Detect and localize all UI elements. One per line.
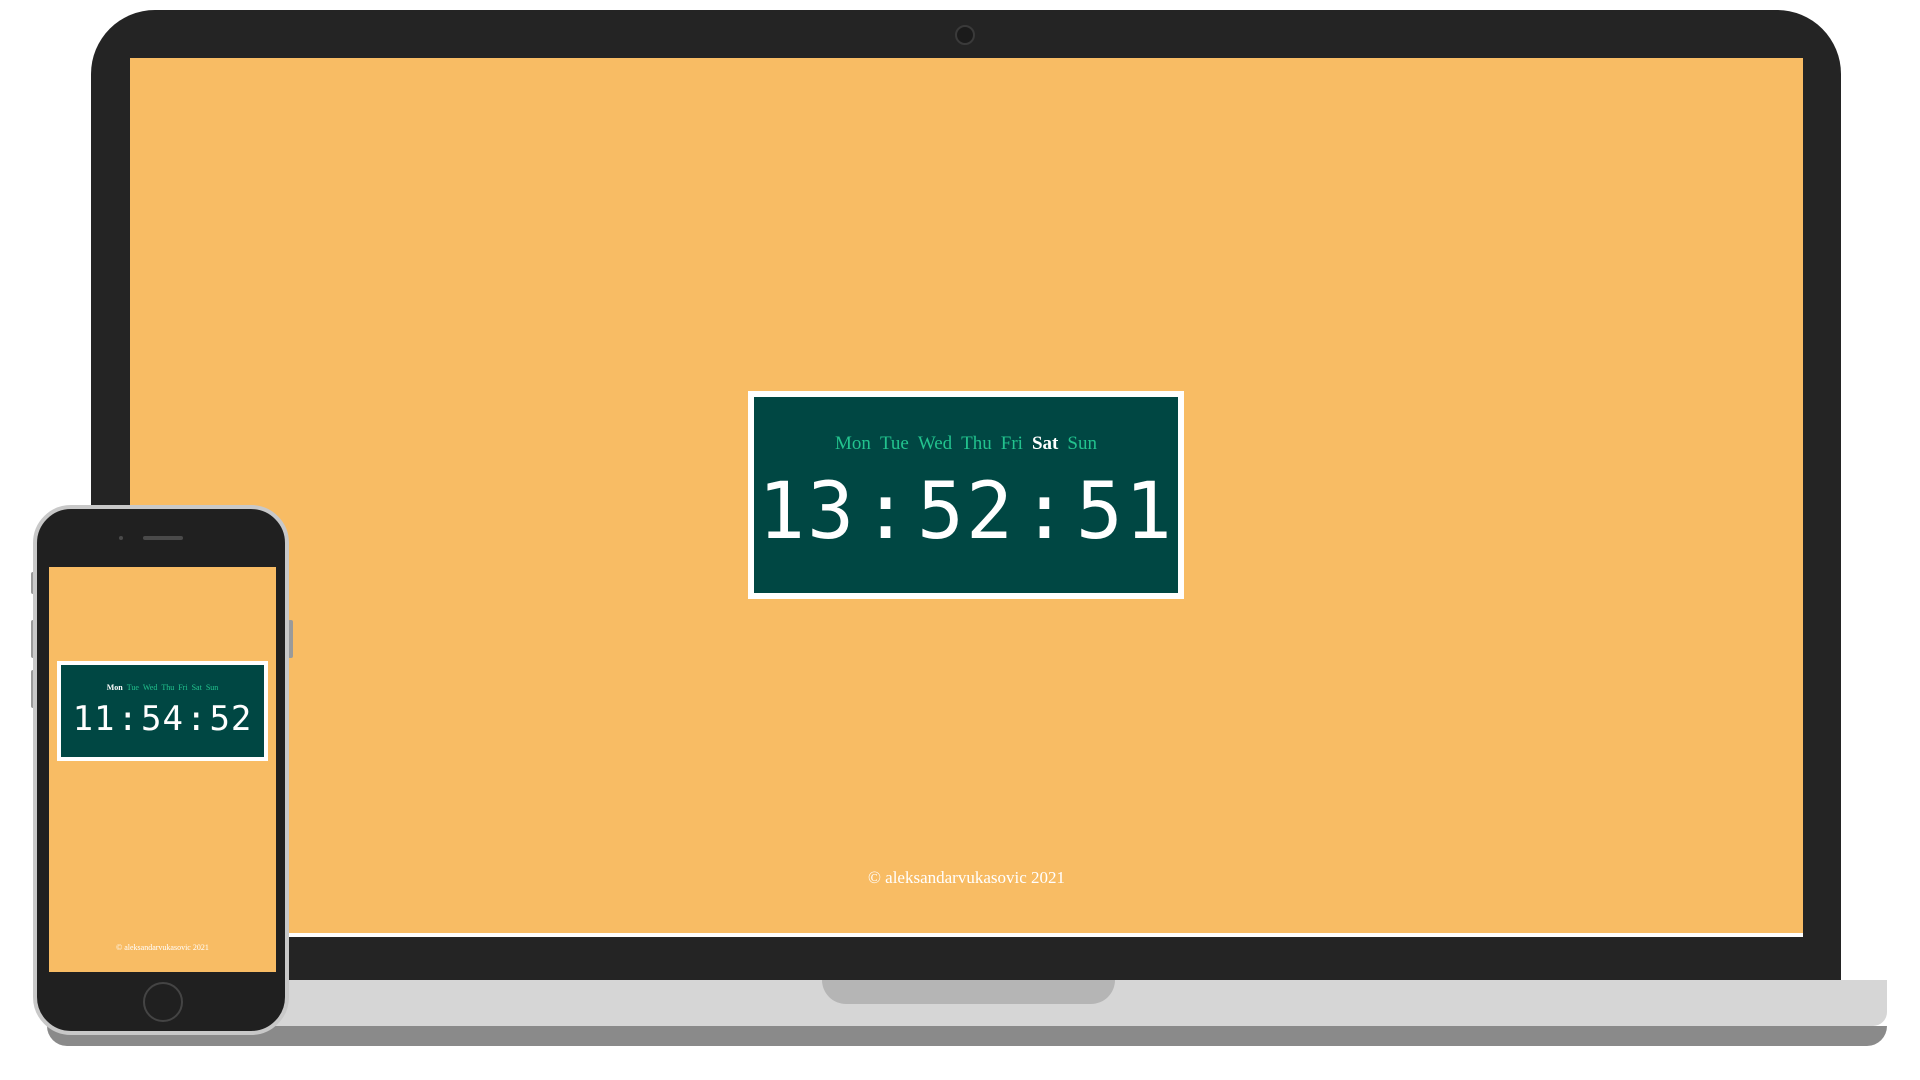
laptop-camera-icon (955, 25, 975, 45)
laptop-day-thu: Thu (961, 433, 992, 454)
laptop-minutes: 52 (917, 467, 1015, 557)
phone-day-wed: Wed (142, 683, 158, 692)
phone-day-sat: Sat (191, 683, 202, 692)
laptop-day-fri: Fri (1000, 433, 1023, 454)
laptop-day-tue: Tue (879, 433, 909, 454)
mockup-stage: Mon Tue Wed Thu Fri Sat Sun 13 : 52 : 51… (0, 0, 1920, 1080)
laptop-seconds: 51 (1075, 467, 1174, 557)
laptop-notch (822, 980, 1115, 1004)
phone-day-sun: Sun (205, 683, 219, 692)
laptop-day-mon: Mon (835, 433, 871, 454)
phone-separator-1: : (117, 699, 140, 739)
phone-home-button-icon (143, 982, 183, 1022)
phone-camera-icon (119, 536, 123, 540)
laptop-separator-1: : (862, 467, 912, 557)
laptop-clock-panel: Mon Tue Wed Thu Fri Sat Sun 13 : 52 : 51 (748, 391, 1184, 599)
laptop-day-wed: Wed (917, 433, 953, 454)
phone-day-fri: Fri (178, 683, 188, 692)
phone-seconds: 52 (209, 699, 253, 739)
phone-day-thu: Thu (161, 683, 175, 692)
phone-weekday-list: Mon Tue Wed Thu Fri Sat Sun (107, 683, 219, 692)
laptop-footer-copyright: © aleksandarvukasovic 2021 (867, 868, 1066, 887)
phone-day-mon: Mon (106, 683, 123, 692)
laptop-base-shadow (47, 1026, 1887, 1046)
laptop-day-sat: Sat (1031, 433, 1059, 454)
phone-clock-panel: Mon Tue Wed Thu Fri Sat Sun 11 : 54 : 52 (57, 661, 268, 761)
laptop-weekday-list: Mon Tue Wed Thu Fri Sat Sun (835, 433, 1097, 455)
laptop-day-sun: Sun (1067, 433, 1097, 454)
phone-speaker (143, 536, 183, 540)
phone-footer-copyright: © aleksandarvukasovic 2021 (116, 943, 209, 952)
laptop-time-display: 13 : 52 : 51 (758, 473, 1174, 551)
phone-screen (49, 567, 276, 972)
laptop-separator-2: : (1020, 467, 1070, 557)
phone-hours: 11 (72, 699, 116, 739)
phone-separator-2: : (185, 699, 208, 739)
laptop-hours: 13 (758, 467, 857, 557)
phone-day-tue: Tue (126, 683, 139, 692)
phone-time-display: 11 : 54 : 52 (73, 702, 253, 736)
phone-minutes: 54 (141, 699, 184, 739)
